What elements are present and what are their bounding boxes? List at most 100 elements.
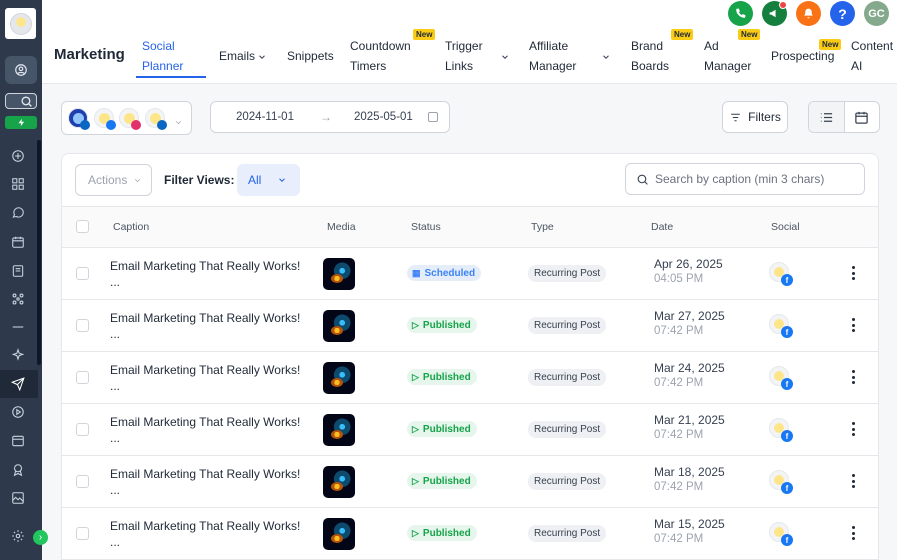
phone-icon[interactable] — [728, 1, 753, 26]
table-row[interactable]: Email Marketing That Really Works! ... ▷… — [62, 456, 878, 508]
social-account-avatar: f — [769, 470, 793, 494]
tab-countdown-timers[interactable]: Countdown Timers — [350, 36, 411, 76]
table-row[interactable]: Email Marketing That Really Works! ... ▷… — [62, 508, 878, 560]
row-checkbox[interactable] — [76, 475, 89, 488]
social-accounts-selector[interactable] — [61, 101, 192, 135]
col-caption: Caption — [113, 221, 150, 233]
social-account-avatar: f — [769, 418, 793, 442]
dashboard-icon[interactable] — [9, 175, 27, 193]
status-text: Published — [422, 319, 471, 331]
row-checkbox[interactable] — [76, 267, 89, 280]
post-date: Mar 15, 2025 — [654, 517, 725, 531]
media-library-icon[interactable] — [9, 489, 27, 507]
automation-icon[interactable] — [9, 290, 27, 308]
facebook-icon: f — [781, 378, 793, 390]
user-avatar[interactable]: GC — [864, 1, 889, 26]
launchpad-icon[interactable] — [9, 147, 27, 165]
type-badge: Recurring Post — [528, 369, 607, 386]
row-checkbox[interactable] — [76, 319, 89, 332]
tab-social-planner[interactable]: Social Planner — [136, 36, 206, 78]
account-switcher-icon[interactable] — [5, 56, 37, 84]
type-badge: Recurring Post — [528, 525, 607, 542]
affiliate-chevron-down-icon[interactable] — [601, 48, 611, 68]
ai-sparkle-icon[interactable] — [9, 346, 27, 364]
media-thumbnail[interactable] — [323, 258, 355, 290]
tab-affiliate-manager[interactable]: Affiliate Manager — [529, 36, 576, 76]
date-to[interactable]: 2025-05-01 — [354, 111, 413, 123]
row-more-options-icon[interactable] — [848, 264, 858, 282]
chevron-down-icon — [174, 114, 183, 132]
row-more-options-icon[interactable] — [848, 524, 858, 542]
sites-icon[interactable] — [9, 432, 27, 450]
media-thumbnail[interactable] — [323, 414, 355, 446]
tab-label: Content — [851, 39, 894, 53]
status-badge: ▷ Published — [407, 525, 477, 541]
date-from[interactable]: 2024-11-01 — [236, 111, 294, 123]
row-caption[interactable]: Email Marketing That Really Works! ... — [110, 518, 300, 550]
col-media: Media — [327, 221, 356, 233]
filters-button[interactable]: Filters — [722, 101, 788, 133]
table-row[interactable]: Email Marketing That Really Works! ... ▷… — [62, 300, 878, 352]
facebook-icon: f — [781, 534, 793, 546]
media-thumbnail[interactable] — [323, 362, 355, 394]
help-icon[interactable]: ? — [830, 1, 855, 26]
row-checkbox[interactable] — [76, 423, 89, 436]
expand-rail-icon[interactable]: › — [33, 530, 48, 545]
trigger-links-chevron-down-icon[interactable] — [500, 48, 510, 68]
row-checkbox[interactable] — [76, 371, 89, 384]
row-more-options-icon[interactable] — [848, 420, 858, 438]
row-checkbox[interactable] — [76, 527, 89, 540]
select-all-checkbox[interactable] — [76, 220, 89, 233]
list-view-icon[interactable] — [809, 102, 845, 132]
row-caption[interactable]: Email Marketing That Really Works! ... — [110, 258, 300, 290]
rail-search-icon[interactable] — [5, 93, 37, 109]
status-text: Scheduled — [424, 267, 476, 279]
date-range-picker[interactable]: 2024-11-01 → 2025-05-01 — [210, 101, 450, 133]
media-thumbnail[interactable] — [323, 310, 355, 342]
quick-actions-bolt-icon[interactable] — [5, 116, 37, 129]
row-caption[interactable]: Email Marketing That Really Works! ... — [110, 466, 300, 498]
conversations-icon[interactable] — [9, 204, 27, 222]
announcements-megaphone-icon[interactable] — [762, 1, 787, 26]
row-caption[interactable]: Email Marketing That Really Works! ... — [110, 362, 300, 394]
emails-chevron-down-icon[interactable] — [257, 48, 267, 68]
post-date: Apr 26, 2025 — [654, 257, 723, 271]
row-more-options-icon[interactable] — [848, 472, 858, 490]
rail-scrollbar[interactable] — [37, 140, 41, 365]
table-row[interactable]: Email Marketing That Really Works! ... ▷… — [62, 352, 878, 404]
tab-ad-manager[interactable]: Ad Manager — [704, 36, 751, 76]
contacts-icon[interactable] — [9, 262, 27, 280]
tab-content-ai[interactable]: Content AI — [851, 36, 893, 76]
tab-emails[interactable]: Emails — [219, 46, 255, 66]
calendar-icon[interactable] — [9, 233, 27, 251]
media-play-icon[interactable] — [9, 403, 27, 421]
tab-brand-boards[interactable]: Brand Boards — [631, 36, 669, 76]
row-more-options-icon[interactable] — [848, 368, 858, 386]
media-thumbnail[interactable] — [323, 518, 355, 550]
actions-dropdown[interactable]: Actions — [75, 164, 152, 196]
caption-search-input[interactable]: Search by caption (min 3 chars) — [625, 163, 865, 195]
published-icon: ▷ — [412, 319, 419, 330]
post-time: 07:42 PM — [654, 481, 704, 493]
row-more-options-icon[interactable] — [848, 316, 858, 334]
table-row[interactable]: Email Marketing That Really Works! ... ▦… — [62, 248, 878, 300]
media-thumbnail[interactable] — [323, 466, 355, 498]
tab-snippets[interactable]: Snippets — [287, 46, 334, 66]
notifications-bell-icon[interactable] — [796, 1, 821, 26]
calendar-view-icon[interactable] — [845, 102, 880, 132]
tab-label: Prospecting — [771, 49, 835, 63]
caption-text: Email Marketing That Really Works! — [110, 415, 301, 429]
reputation-icon[interactable] — [9, 461, 27, 479]
posts-table-card: Actions Filter Views: All Search by capt… — [61, 153, 879, 560]
row-caption[interactable]: Email Marketing That Really Works! ... — [110, 414, 300, 446]
tab-label: Snippets — [287, 49, 334, 63]
settings-gear-icon[interactable] — [9, 527, 27, 545]
marketing-send-icon[interactable] — [9, 375, 27, 393]
table-row[interactable]: Email Marketing That Really Works! ... ▷… — [62, 404, 878, 456]
caption-more: ... — [110, 535, 121, 549]
tab-trigger-links[interactable]: Trigger Links — [445, 36, 483, 76]
tab-label: Planner — [142, 59, 184, 73]
row-caption[interactable]: Email Marketing That Really Works! ... — [110, 310, 300, 342]
company-logo[interactable] — [5, 8, 36, 39]
filter-views-select[interactable]: All — [237, 164, 300, 196]
